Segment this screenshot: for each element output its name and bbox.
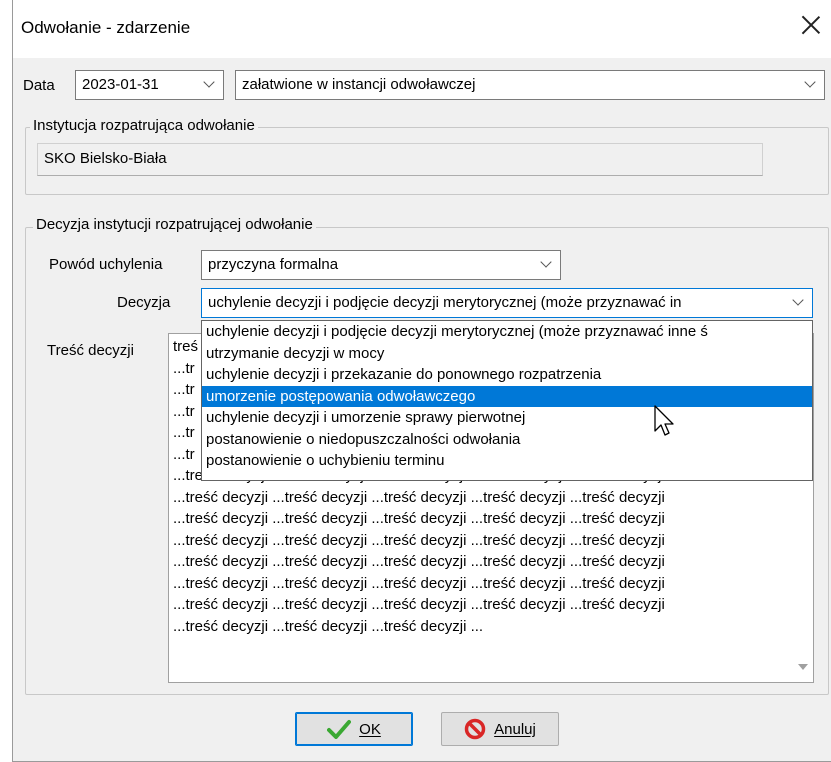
cancel-button[interactable]: Anuluj xyxy=(441,712,559,746)
content-line: ...treść decyzji ...treść decyzji ...tre… xyxy=(173,531,665,549)
institution-value: SKO Bielsko-Biała xyxy=(44,150,167,167)
scroll-down-arrow-icon[interactable] xyxy=(798,664,808,670)
reason-label: Powód uchylenia xyxy=(49,256,163,273)
decision-label: Decyzja xyxy=(117,294,171,311)
ok-button-label: OK xyxy=(359,720,381,738)
dropdown-option[interactable]: postanowienie o niedopuszczalności odwoł… xyxy=(202,429,812,451)
title-bar: Odwołanie - zdarzenie xyxy=(13,0,831,58)
content-line: ...treść decyzji ...treść decyzji ...tre… xyxy=(173,596,665,613)
institution-group-legend: Instytucja rozpatrująca odwołanie xyxy=(30,117,258,134)
content-line: ...treść decyzji ...treść decyzji ...tre… xyxy=(173,574,665,592)
content-line: ...treść decyzji ...treść decyzji ...tre… xyxy=(173,617,484,635)
content-line: ...treść decyzji ...treść decyzji ...tre… xyxy=(173,553,665,570)
dropdown-option[interactable]: uchylenie decyzji i podjęcie decyzji mer… xyxy=(202,321,812,343)
cancel-icon xyxy=(464,718,486,740)
date-picker[interactable]: 2023-01-31 xyxy=(75,70,224,100)
dropdown-option[interactable]: postanowienie o uchybieniu terminu xyxy=(202,450,812,472)
dropdown-option[interactable]: uchylenie decyzji i przekazanie do ponow… xyxy=(202,364,812,386)
dialog-window: Odwołanie - zdarzenie Data 2023-01-31 za… xyxy=(12,0,831,762)
content-label: Treść decyzji xyxy=(47,342,134,359)
decision-value: uchylenie decyzji i podjęcie decyzji mer… xyxy=(208,294,682,311)
institution-field: SKO Bielsko-Biała xyxy=(37,143,763,176)
status-value: załatwione w instancji odwoławczej xyxy=(242,76,476,93)
content-line: ...treść decyzji ...treść decyzji ...tre… xyxy=(173,510,665,527)
content-line: ...treść decyzji ...treść decyzji ...tre… xyxy=(173,488,665,506)
date-label: Data xyxy=(23,77,55,94)
dropdown-option-highlighted[interactable]: umorzenie postępowania odwoławczego xyxy=(202,385,812,407)
background-window-edge xyxy=(0,0,12,762)
checkmark-icon xyxy=(327,720,352,739)
ok-button[interactable]: OK xyxy=(295,712,413,746)
cancel-button-label: Anuluj xyxy=(494,720,536,738)
dropdown-option[interactable]: utrzymanie decyzji w mocy xyxy=(202,343,812,365)
status-select[interactable]: załatwione w instancji odwoławczej xyxy=(235,70,825,100)
decision-select[interactable]: uchylenie decyzji i podjęcie decyzji mer… xyxy=(201,288,813,318)
decision-group-legend: Decyzja instytucji rozpatrującej odwołan… xyxy=(33,216,316,233)
window-title: Odwołanie - zdarzenie xyxy=(21,18,191,37)
reason-value: przyczyna formalna xyxy=(208,256,339,273)
decision-dropdown-list[interactable]: uchylenie decyzji i podjęcie decyzji mer… xyxy=(201,320,813,481)
close-icon[interactable] xyxy=(798,12,824,38)
reason-select[interactable]: przyczyna formalna xyxy=(201,250,561,280)
date-value: 2023-01-31 xyxy=(82,76,159,93)
dropdown-option[interactable]: uchylenie decyzji i umorzenie sprawy pie… xyxy=(202,407,812,429)
mouse-pointer-icon xyxy=(654,405,674,436)
